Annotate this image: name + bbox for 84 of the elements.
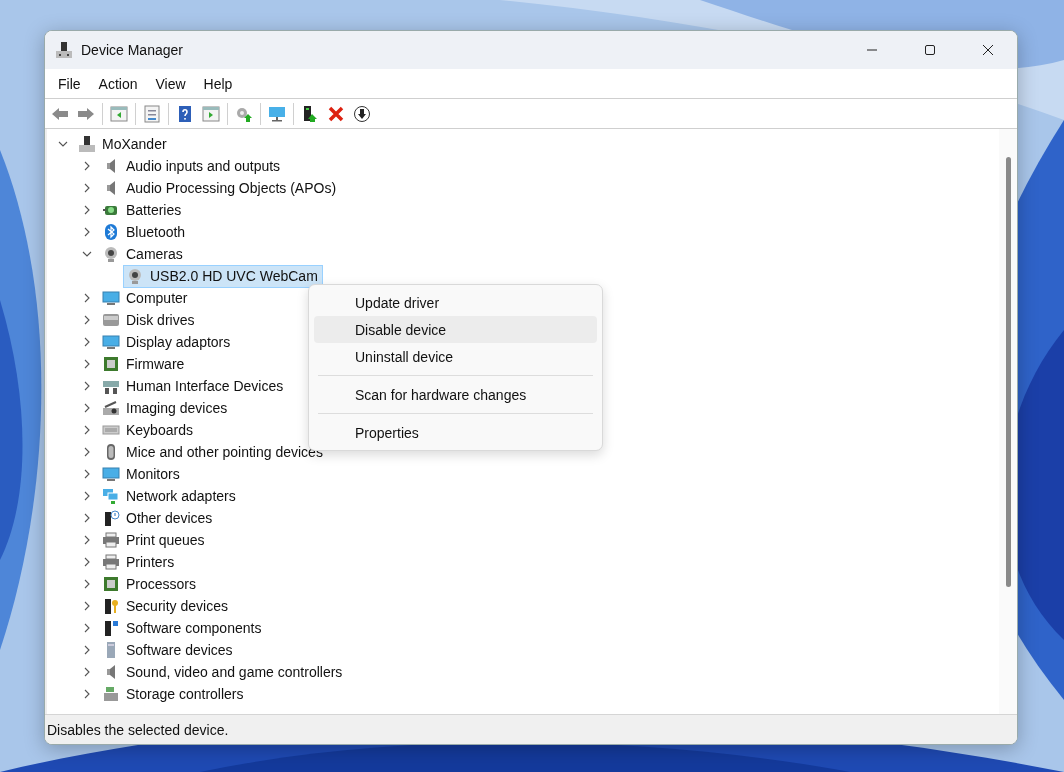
expand-icon[interactable] <box>82 469 92 479</box>
tree-item[interactable]: Computer <box>99 286 193 310</box>
menu-item[interactable]: Disable device <box>314 316 597 343</box>
tree-item[interactable]: Security devices <box>99 594 233 618</box>
expand-icon[interactable] <box>82 381 92 391</box>
other-icon <box>102 509 120 527</box>
expand-icon[interactable] <box>82 161 92 171</box>
tree-item[interactable]: Other devices <box>99 506 218 530</box>
computer-icon <box>55 41 73 59</box>
imaging-icon <box>102 399 120 417</box>
chip-icon <box>102 575 120 593</box>
printer-icon <box>102 553 120 571</box>
expand-icon[interactable] <box>82 315 92 325</box>
menu-item[interactable]: File <box>49 75 90 92</box>
menu-item[interactable]: Action <box>89 75 147 92</box>
storage-icon <box>102 685 120 703</box>
menu-item[interactable]: Update driver <box>314 289 597 316</box>
expand-icon[interactable] <box>82 227 92 237</box>
tree-item[interactable]: Batteries <box>99 198 187 222</box>
expand-icon[interactable] <box>82 293 92 303</box>
expand-icon[interactable] <box>82 205 92 215</box>
tree-item[interactable]: Sound, video and game controllers <box>99 660 348 684</box>
expand-icon[interactable] <box>82 689 92 699</box>
expand-icon[interactable] <box>82 601 92 611</box>
bluetooth-icon <box>102 223 120 241</box>
tree-item[interactable]: Keyboards <box>99 418 198 442</box>
window-title: Device Manager <box>81 42 184 58</box>
computer-icon <box>78 135 96 153</box>
maximize-icon <box>924 44 936 56</box>
menu-item[interactable]: Help <box>194 75 242 92</box>
expand-icon[interactable] <box>82 579 92 589</box>
expand-icon[interactable] <box>82 645 92 655</box>
security-icon <box>102 597 120 615</box>
tree-item[interactable]: MoXander <box>75 132 172 156</box>
monitor-icon <box>102 289 120 307</box>
tree-item[interactable]: Imaging devices <box>99 396 233 420</box>
expand-icon[interactable] <box>82 557 92 567</box>
camera-icon <box>126 267 144 285</box>
tree-item[interactable]: Disk drives <box>99 308 200 332</box>
collapse-icon[interactable] <box>58 139 68 149</box>
tree-item[interactable]: Audio Processing Objects (APOs) <box>99 176 342 200</box>
tree-item[interactable]: Display adaptors <box>99 330 236 354</box>
printer-icon <box>102 531 120 549</box>
expand-icon[interactable] <box>82 535 92 545</box>
collapse-icon[interactable] <box>82 249 92 259</box>
tree-item[interactable]: Processors <box>99 572 202 596</box>
tree-item[interactable]: Cameras <box>99 242 188 266</box>
monitor-icon <box>102 333 120 351</box>
expand-icon[interactable] <box>82 513 92 523</box>
tree-item[interactable]: Storage controllers <box>99 682 249 706</box>
properties-icon <box>142 103 162 124</box>
camera-icon <box>102 245 120 263</box>
expand-icon[interactable] <box>82 337 92 347</box>
tree-item[interactable]: Print queues <box>99 528 210 552</box>
component-icon <box>102 619 120 637</box>
tree-item[interactable]: Printers <box>99 550 180 574</box>
pane-icon <box>109 103 129 124</box>
expand-icon[interactable] <box>82 359 92 369</box>
expand-icon[interactable] <box>82 183 92 193</box>
tree-item[interactable]: Audio inputs and outputs <box>99 154 286 178</box>
tree-item[interactable]: USB2.0 HD UVC WebCam <box>123 264 323 288</box>
expand-icon[interactable] <box>82 425 92 435</box>
expand-icon[interactable] <box>82 403 92 413</box>
expand-icon[interactable] <box>82 623 92 633</box>
menu-item[interactable]: View <box>146 75 195 92</box>
monitor-icon <box>102 465 120 483</box>
tree-item[interactable]: Software devices <box>99 638 238 662</box>
tree-item[interactable]: Bluetooth <box>99 220 191 244</box>
tree-item[interactable]: Software components <box>99 616 267 640</box>
expand-icon[interactable] <box>82 447 92 457</box>
menu-item[interactable]: Uninstall device <box>314 343 597 370</box>
drive-icon <box>102 311 120 329</box>
scrollbar[interactable] <box>999 129 1017 714</box>
network-icon <box>102 487 120 505</box>
menu-item[interactable]: Scan for hardware changes <box>314 381 597 408</box>
expand-icon[interactable] <box>82 491 92 501</box>
tree-item[interactable]: Monitors <box>99 462 185 486</box>
expand-icon[interactable] <box>82 667 92 677</box>
close-icon <box>982 44 994 56</box>
tree-item[interactable]: Human Interface Devices <box>99 374 289 398</box>
tree-item[interactable]: Network adapters <box>99 484 241 508</box>
status-text: Disables the selected device. <box>47 721 229 738</box>
chip-icon <box>102 355 120 373</box>
tree-item[interactable]: Firmware <box>99 352 190 376</box>
